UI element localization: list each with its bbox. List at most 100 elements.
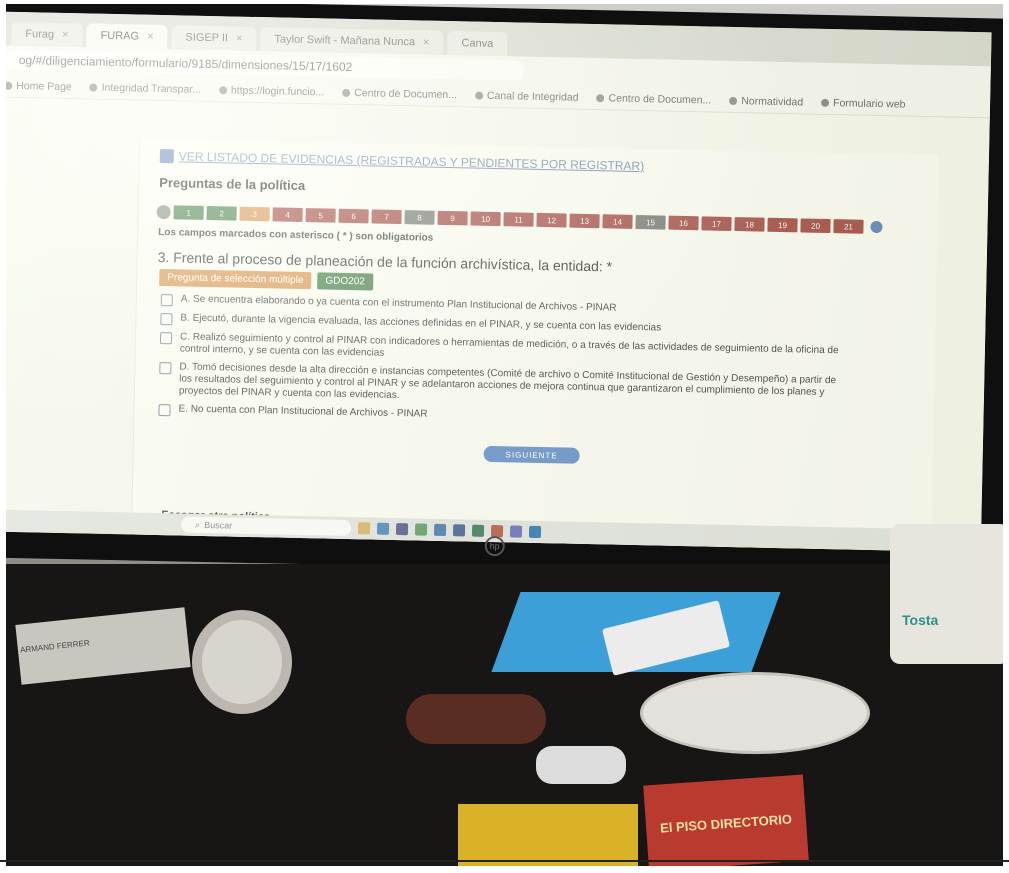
option-label: A. Se encuentra elaborando o ya cuenta c… [180,293,617,314]
bookmark-icon [474,91,484,100]
bookmark-icon [596,93,605,102]
bookmark-icon [729,96,738,105]
checkbox[interactable] [160,313,173,326]
checkbox[interactable] [159,332,173,345]
excel-icon[interactable] [471,524,485,537]
bookmark-label: https://login.funcio... [230,83,325,98]
question-number-button[interactable]: 19 [767,217,798,233]
file-explorer-icon[interactable] [357,522,371,535]
taskbar-search-placeholder: Buscar [204,520,233,531]
security-token [536,746,626,784]
required-note: Los campos marcados con asterisco ( * ) … [158,226,434,244]
question-number-button[interactable]: 18 [734,217,765,232]
question-number-button[interactable]: 3 [239,206,270,222]
web-page: VER LISTADO DE EVIDENCIAS (REGISTRADAS Y… [6,97,990,553]
checkbox[interactable] [160,294,173,307]
tab-label: SIGEP II [185,31,229,45]
tab-label: Canva [461,37,494,50]
cup [890,524,1003,664]
question-number-button[interactable]: 6 [338,208,369,224]
option-label: B. Ejecutó, durante la vigencia evaluada… [180,312,662,334]
bookmark-item[interactable]: Centro de Documen... [596,92,711,106]
bookmark-icon [342,88,351,97]
question-number-button[interactable]: 17 [701,216,732,231]
red-sticker: El PISO DIRECTORIO [643,774,809,866]
teams-icon[interactable] [509,525,523,538]
search-icon: ⌕ [195,519,201,530]
question-number-button[interactable]: 9 [437,210,468,226]
bookmark-item[interactable]: Centro de Documen... [342,86,457,101]
white-lid [640,672,870,754]
edge-icon[interactable] [376,522,390,535]
close-icon[interactable]: × [423,36,430,48]
form-card: VER LISTADO DE EVIDENCIAS (REGISTRADAS Y… [130,138,940,553]
option-label: E. No cuenta con Plan Institucional de A… [178,403,428,420]
question-number-button[interactable]: 8 [404,210,435,225]
tape-dispenser [192,610,292,714]
checkbox[interactable] [159,362,172,375]
question-number-button[interactable]: 4 [272,207,303,222]
bookmark-icon [6,81,13,90]
close-icon[interactable]: × [147,31,154,43]
store-icon[interactable] [395,523,409,536]
answer-option-d[interactable]: D. Tomó decisiones desde la alta direcci… [159,361,840,411]
evidence-link-label: VER LISTADO DE EVIDENCIAS (REGISTRADAS Y… [178,149,645,174]
question-number-button[interactable]: 16 [668,215,699,231]
bookmark-item[interactable]: Canal de Integridad [474,89,579,103]
question-type-badge: Pregunta de selección múltiple [159,269,312,290]
bookmark-icon [89,83,98,92]
browser-tab-active[interactable]: FURAG × [86,23,168,50]
mail-icon[interactable] [433,523,447,537]
close-icon[interactable]: × [236,33,243,45]
answer-options: A. Se encuentra elaborando o ya cuenta c… [158,293,840,430]
bookmark-item[interactable]: Normatividad [729,94,803,108]
question-number-button[interactable]: 2 [206,205,237,221]
yellow-sticker [458,804,638,866]
bookmark-label: Integridad Transpar... [101,81,202,96]
close-icon[interactable]: × [62,29,69,41]
question-number-button[interactable]: 12 [536,212,567,228]
outlook-icon[interactable] [528,525,542,539]
hp-logo-icon: hp [484,535,505,557]
bookmark-label: Normatividad [741,94,804,108]
bookmark-item[interactable]: Integridad Transpar... [89,81,202,96]
monitor: Furag × FURAG × SIGEP II × Taylor Swift - M… [6,4,1003,579]
question-number-button[interactable]: 20 [800,218,831,234]
question-number-button[interactable]: 21 [833,219,864,234]
evidence-list-link[interactable]: VER LISTADO DE EVIDENCIAS (REGISTRADAS Y… [159,148,645,174]
question-number-button[interactable]: 14 [602,214,633,229]
tab-label: Taylor Swift - Mañana Nunca [274,33,416,49]
browser-tab[interactable]: Canva [447,30,508,57]
keychain [406,694,546,744]
tab-label: Furag [25,28,55,41]
checkbox[interactable] [158,404,171,417]
bookmark-label: Home Page [16,79,72,93]
bookmark-icon [821,98,830,107]
next-button[interactable]: SIGUIENTE [483,445,580,464]
browser-tab[interactable]: SIGEP II × [171,25,257,51]
question-number-button[interactable]: 15 [635,214,666,230]
photo: Furag × FURAG × SIGEP II × Taylor Swift - M… [6,4,1003,866]
question-number-button[interactable]: 13 [569,213,600,229]
info-icon[interactable] [870,220,883,234]
bookmark-item[interactable]: Formulario web [821,96,906,110]
section-title: Preguntas de la política [159,174,306,194]
frame-border [0,860,1009,862]
question-number-button[interactable]: 11 [503,212,534,227]
chrome-icon[interactable] [414,523,428,536]
question-number-button[interactable]: 1 [173,205,204,220]
question-number-button[interactable]: 7 [371,209,402,225]
question-tags: Pregunta de selección múltiple GDO202 [159,269,374,291]
browser-tab[interactable]: Furag × [11,21,83,48]
bookmark-icon [218,85,227,94]
cup-label: Tosta [902,612,939,628]
word-icon[interactable] [452,524,466,537]
bookmark-item[interactable]: https://login.funcio... [218,83,325,98]
question-number-button[interactable]: 10 [470,211,501,227]
bookmark-label: Formulario web [832,96,906,111]
taskbar-search[interactable]: ⌕ Buscar [180,516,352,537]
question-number-button[interactable]: 5 [305,208,336,223]
bookmark-item[interactable]: Home Page [6,79,72,93]
previous-question-icon[interactable] [156,204,171,220]
list-icon [159,148,174,164]
